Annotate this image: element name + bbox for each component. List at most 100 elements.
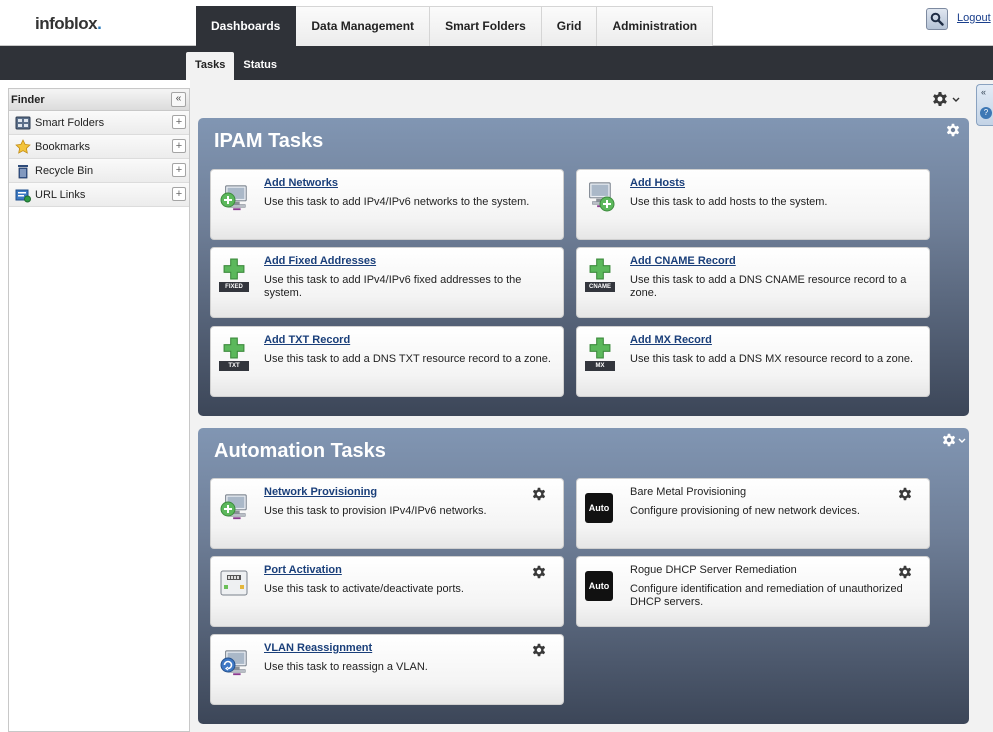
gear-icon[interactable] — [945, 122, 961, 138]
task-card-port-activation[interactable]: Port Activation Use this task to activat… — [210, 556, 564, 627]
task-link[interactable]: Add CNAME Record — [630, 255, 736, 267]
task-link[interactable]: Port Activation — [264, 564, 342, 576]
task-card-bare-metal-provisioning[interactable]: Auto Bare Metal Provisioning Configure p… — [576, 478, 930, 549]
logout-link[interactable]: Logout — [957, 12, 991, 24]
task-description: Configure identification and remediation… — [630, 583, 903, 608]
add-fixed-icon: FIXED — [219, 256, 249, 296]
finder-title: Finder — [11, 94, 45, 106]
ipam-tasks-panel: IPAM Tasks Add Networks Use this task to… — [198, 118, 969, 416]
task-description: Use this task to activate/deactivate por… — [264, 583, 464, 595]
sub-nav-bar: Tasks Status — [0, 46, 993, 80]
chevron-down-icon — [952, 97, 960, 102]
add-network-icon — [220, 185, 247, 211]
expand-button[interactable]: + — [172, 139, 186, 153]
finder-item-recycle-bin[interactable]: Recycle Bin + — [9, 159, 189, 183]
help-icon[interactable]: ? — [980, 107, 992, 119]
finder-item-label: Smart Folders — [35, 117, 105, 129]
task-card-add-cname-record[interactable]: CNAME Add CNAME Record Use this task to … — [576, 247, 930, 318]
task-card-add-fixed-addresses[interactable]: FIXED Add Fixed Addresses Use this task … — [210, 247, 564, 318]
fixed-badge: FIXED — [219, 282, 249, 292]
panel-title: IPAM Tasks — [214, 130, 324, 152]
mx-badge: MX — [585, 361, 615, 371]
gear-icon — [931, 90, 949, 108]
finder-item-label: Recycle Bin — [35, 165, 94, 177]
auto-badge: Auto — [585, 571, 613, 601]
auto-badge: Auto — [585, 493, 613, 523]
finder-item-label: URL Links — [35, 189, 86, 201]
task-link[interactable]: Network Provisioning — [264, 486, 377, 498]
panel-title: Automation Tasks — [214, 440, 386, 462]
automation-tasks-panel: Automation Tasks Network Provisioning Us… — [198, 428, 969, 724]
task-link[interactable]: Add MX Record — [630, 334, 712, 346]
task-card-add-mx-record[interactable]: MX Add MX Record Use this task to add a … — [576, 326, 930, 397]
search-icon — [930, 12, 944, 26]
expand-button[interactable]: + — [172, 115, 186, 129]
task-link[interactable]: VLAN Reassignment — [264, 642, 372, 654]
task-card-add-hosts[interactable]: Add Hosts Use this task to add hosts to … — [576, 169, 930, 240]
task-description: Use this task to add IPv4/IPv6 fixed add… — [264, 274, 522, 299]
dashboard-settings-menu[interactable] — [931, 90, 960, 111]
task-card-rogue-dhcp-remediation[interactable]: Auto Rogue DHCP Server Remediation Confi… — [576, 556, 930, 627]
star-icon — [15, 139, 31, 154]
finder-header: Finder « — [9, 89, 189, 111]
tab-data-management[interactable]: Data Management — [296, 6, 431, 46]
port-activation-icon — [220, 570, 248, 596]
subtab-status[interactable]: Status — [234, 52, 286, 80]
search-button[interactable] — [926, 8, 948, 30]
task-card-vlan-reassignment[interactable]: VLAN Reassignment Use this task to reass… — [210, 634, 564, 705]
cname-badge: CNAME — [585, 282, 615, 292]
add-txt-icon: TXT — [219, 335, 249, 375]
task-description: Use this task to add IPv4/IPv6 networks … — [264, 196, 530, 208]
auto-icon: Auto — [585, 565, 615, 605]
url-link-icon — [15, 189, 31, 203]
tab-administration[interactable]: Administration — [597, 6, 714, 46]
vlan-reassignment-icon — [220, 650, 247, 676]
task-description: Use this task to add a DNS TXT resource … — [264, 353, 551, 365]
task-link[interactable]: Add Fixed Addresses — [264, 255, 376, 267]
infoblox-logo[interactable]: infoblox. — [35, 14, 102, 34]
network-provisioning-icon — [220, 494, 247, 520]
gear-icon[interactable] — [897, 486, 913, 502]
task-description: Use this task to reassign a VLAN. — [264, 661, 428, 673]
top-bar: infoblox. Dashboards Data Management Sma… — [0, 0, 993, 46]
smart-folder-icon — [15, 116, 31, 130]
add-host-icon — [589, 182, 615, 212]
gear-icon[interactable] — [897, 564, 913, 580]
collapse-finder-button[interactable]: « — [171, 92, 186, 107]
gear-icon[interactable] — [531, 642, 547, 658]
trash-icon — [18, 165, 28, 179]
task-description: Use this task to add a DNS MX resource r… — [630, 353, 914, 365]
add-cname-icon: CNAME — [585, 256, 615, 296]
task-description: Configure provisioning of new network de… — [630, 505, 860, 517]
finder-panel: Finder « Smart Folders + Bookmarks + Rec… — [8, 88, 190, 732]
expand-button[interactable]: + — [172, 187, 186, 201]
task-description: Use this task to add a DNS CNAME resourc… — [630, 274, 907, 299]
task-card-add-networks[interactable]: Add Networks Use this task to add IPv4/I… — [210, 169, 564, 240]
tab-dashboards[interactable]: Dashboards — [196, 6, 297, 46]
expand-button[interactable]: + — [172, 163, 186, 177]
tab-smart-folders[interactable]: Smart Folders — [430, 6, 542, 46]
task-link[interactable]: Add TXT Record — [264, 334, 350, 346]
gear-icon — [941, 432, 957, 448]
task-link[interactable]: Rogue DHCP Server Remediation — [630, 564, 797, 576]
task-card-add-txt-record[interactable]: TXT Add TXT Record Use this task to add … — [210, 326, 564, 397]
task-link[interactable]: Add Networks — [264, 177, 338, 189]
txt-badge: TXT — [219, 361, 249, 371]
task-card-network-provisioning[interactable]: Network Provisioning Use this task to pr… — [210, 478, 564, 549]
gear-icon[interactable] — [531, 486, 547, 502]
auto-icon: Auto — [585, 487, 615, 527]
finder-item-bookmarks[interactable]: Bookmarks + — [9, 135, 189, 159]
finder-item-url-links[interactable]: URL Links + — [9, 183, 189, 207]
task-link[interactable]: Bare Metal Provisioning — [630, 486, 746, 498]
right-side-panel-tab[interactable]: « ? — [976, 84, 993, 126]
tab-grid[interactable]: Grid — [541, 6, 598, 46]
gear-icon[interactable] — [531, 564, 547, 580]
subtab-tasks[interactable]: Tasks — [186, 52, 235, 80]
task-link[interactable]: Add Hosts — [630, 177, 685, 189]
task-description: Use this task to provision IPv4/IPv6 net… — [264, 505, 487, 517]
add-mx-icon: MX — [585, 335, 615, 375]
automation-settings-menu[interactable] — [941, 432, 966, 451]
sub-nav: Tasks Status — [186, 52, 286, 80]
finder-item-smart-folders[interactable]: Smart Folders + — [9, 111, 189, 135]
main-nav: Dashboards Data Management Smart Folders… — [196, 6, 714, 46]
